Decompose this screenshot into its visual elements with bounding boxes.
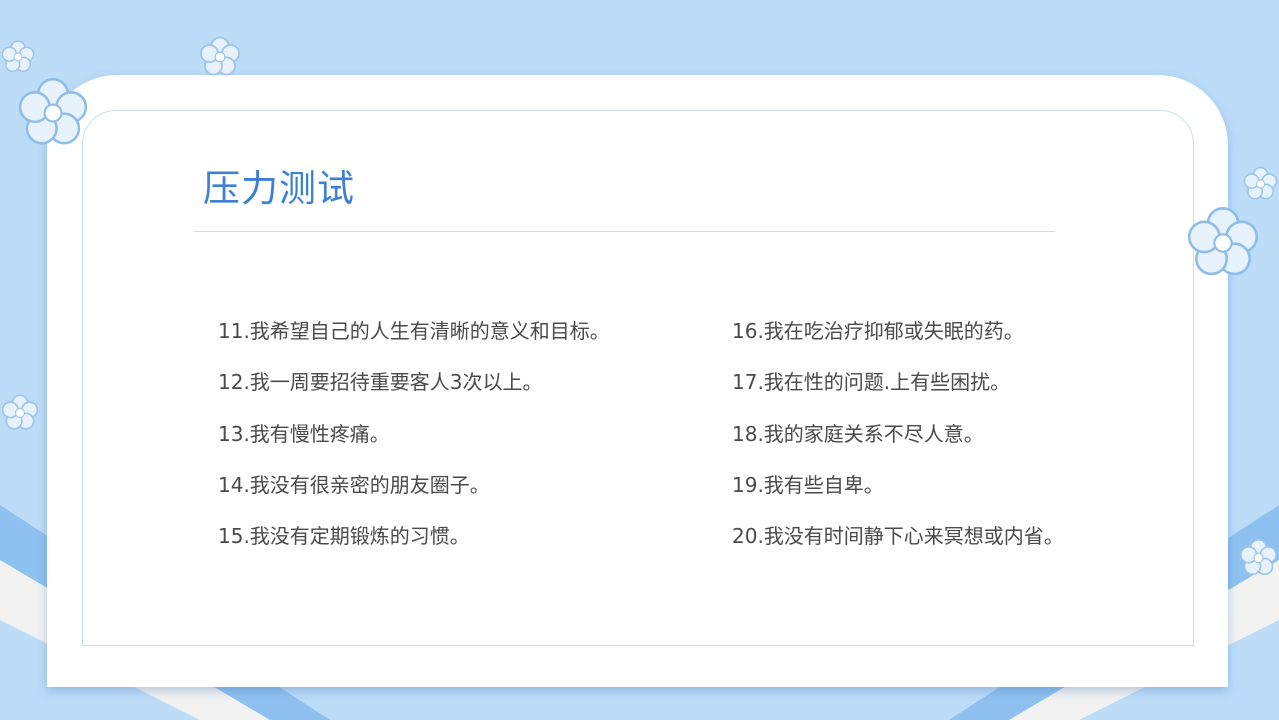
flower-icon: [18, 77, 88, 145]
flower-icon: [1239, 538, 1278, 576]
left-question-list: 11.我希望自己的人生有清晰的意义和目标。 12.我一周要招待重要客人3次以上。…: [218, 316, 610, 572]
flower-icon: [1, 394, 39, 430]
slide: 压力测试 11.我希望自己的人生有清晰的意义和目标。 12.我一周要招待重要客人…: [0, 0, 1279, 720]
flower-icon: [1, 40, 35, 73]
right-question-list: 16.我在吃治疗抑郁或失眠的药。 17.我在性的问题.上有些困扰。 18.我的家…: [732, 316, 1064, 572]
question-item: 12.我一周要招待重要客人3次以上。: [218, 370, 543, 395]
question-item: 13.我有慢性疼痛。: [218, 421, 390, 446]
flower-icon: [200, 36, 240, 76]
slide-title: 压力测试: [203, 167, 355, 210]
flower-icon: [1243, 166, 1278, 200]
title-divider: [194, 231, 1055, 232]
question-item: 17.我在性的问题.上有些困扰。: [732, 370, 1011, 395]
flower-icon: [1187, 207, 1259, 276]
question-item: 20.我没有时间静下心来冥想或内省。: [732, 524, 1064, 549]
question-item: 15.我没有定期锻炼的习惯。: [218, 524, 470, 549]
question-item: 19.我有些自卑。: [732, 472, 884, 497]
question-item: 18.我的家庭关系不尽人意。: [732, 421, 984, 446]
question-item: 11.我希望自己的人生有清晰的意义和目标。: [218, 319, 610, 343]
question-item: 16.我在吃治疗抑郁或失眠的药。: [732, 319, 1024, 343]
question-item: 14.我没有很亲密的朋友圈子。: [218, 472, 490, 497]
